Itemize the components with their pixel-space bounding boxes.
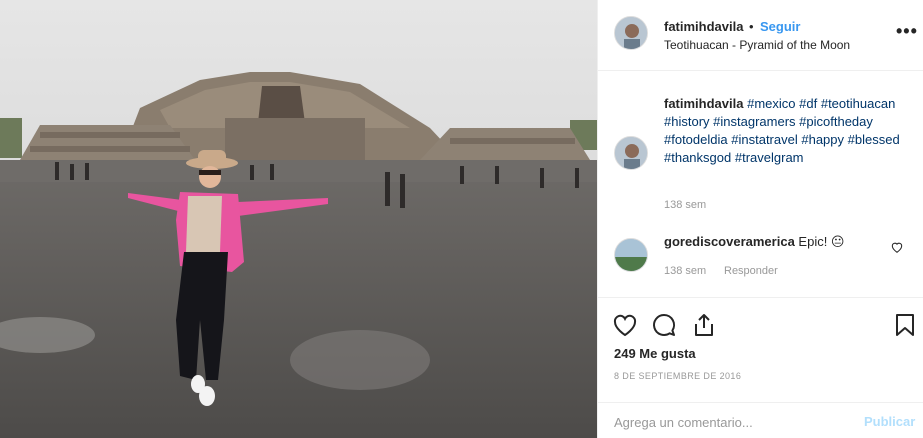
instagram-post: fatimihdavila • Seguir Teotihuacan - Pyr…: [0, 0, 923, 438]
post-caption: fatimihdavila #mexico #df #teotihuacan #…: [664, 95, 904, 167]
commenter-username[interactable]: gorediscoveramerica: [664, 234, 795, 249]
hashtag-link[interactable]: #teotihuacan: [821, 96, 895, 111]
reply-button[interactable]: Responder: [724, 265, 778, 277]
profile-photo-icon: [615, 17, 647, 49]
follow-button[interactable]: Seguir: [760, 19, 800, 34]
hashtag-link[interactable]: #df: [799, 96, 817, 111]
hashtag-link[interactable]: #thanksgod: [664, 150, 731, 165]
hashtag-link[interactable]: #instatravel: [731, 132, 797, 147]
likes-count[interactable]: 249 Me gusta: [614, 346, 696, 361]
post-photo[interactable]: [0, 0, 597, 438]
comment-body: Epic! 😐: [798, 234, 845, 249]
caption-username[interactable]: fatimihdavila: [664, 96, 743, 111]
comment-like-heart-icon[interactable]: [890, 240, 904, 254]
share-icon[interactable]: [691, 312, 717, 338]
separator-dot: •: [749, 19, 754, 34]
post-side-panel: fatimihdavila • Seguir Teotihuacan - Pyr…: [597, 0, 923, 438]
more-options-icon[interactable]: •••: [896, 21, 918, 42]
comment-text: gorediscoveramerica Epic! 😐: [664, 234, 845, 250]
hashtag-link[interactable]: #mexico: [747, 96, 795, 111]
heart-icon[interactable]: [612, 312, 638, 338]
hashtag-link[interactable]: #blessed: [848, 132, 900, 147]
add-comment-bar: Publicar: [598, 402, 923, 438]
post-actions: 249 Me gusta 8 DE SEPTIEMBRE DE 2016 Pub…: [598, 297, 923, 438]
post-username[interactable]: fatimihdavila: [664, 19, 743, 34]
hashtag-link[interactable]: #history: [664, 114, 710, 129]
publish-button[interactable]: Publicar: [864, 414, 915, 429]
post-date[interactable]: 8 DE SEPTIEMBRE DE 2016: [614, 371, 741, 381]
caption-avatar[interactable]: [614, 136, 648, 170]
landscape-photo-icon: [615, 239, 647, 271]
post-location[interactable]: Teotihuacan - Pyramid of the Moon: [664, 38, 850, 52]
avatar[interactable]: [614, 16, 648, 50]
commenter-avatar[interactable]: [614, 238, 648, 272]
comment-icon[interactable]: [651, 312, 677, 338]
hashtag-link[interactable]: #instagramers: [713, 114, 795, 129]
hashtag-link[interactable]: #happy: [801, 132, 844, 147]
post-header: fatimihdavila • Seguir Teotihuacan - Pyr…: [598, 0, 923, 71]
comment-input[interactable]: [614, 412, 844, 432]
profile-photo-icon: [615, 137, 647, 169]
hashtag-link[interactable]: #travelgram: [735, 150, 804, 165]
caption-time[interactable]: 138 sem: [664, 199, 706, 211]
hashtag-link[interactable]: #fotodeldia: [664, 132, 728, 147]
hashtag-link[interactable]: #picoftheday: [799, 114, 873, 129]
pyramid-photo-illustration: [0, 0, 597, 438]
bookmark-icon[interactable]: [892, 312, 918, 338]
comment-time[interactable]: 138 sem: [664, 265, 706, 277]
